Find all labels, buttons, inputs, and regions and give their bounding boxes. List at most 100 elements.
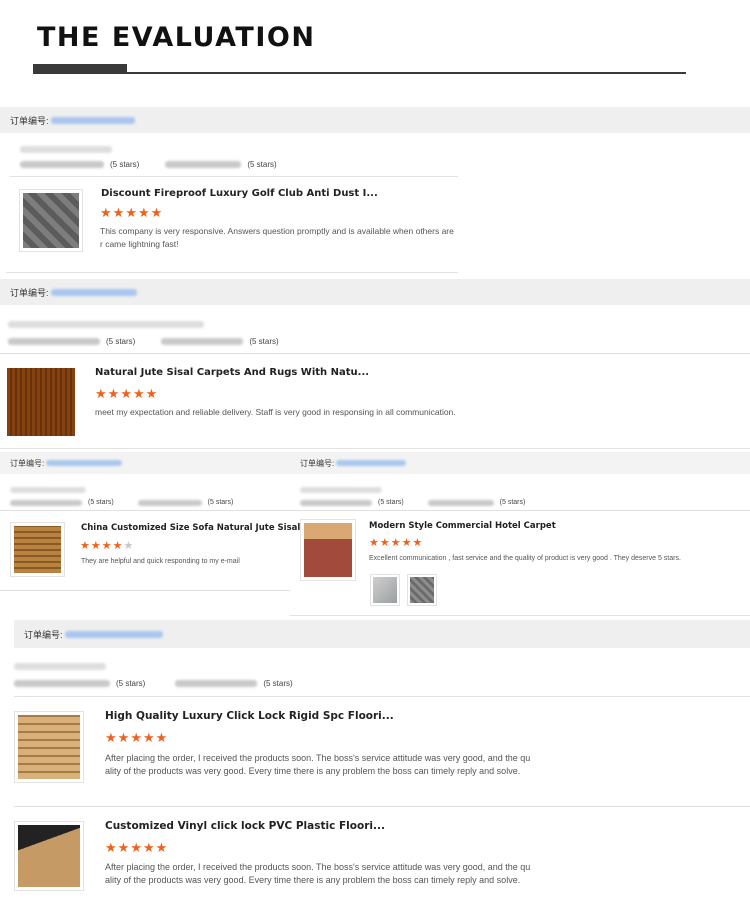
star-icon: ★ — [125, 205, 138, 220]
buyer-name — [8, 321, 204, 329]
review-photo[interactable] — [407, 574, 437, 606]
stars-count: (5 stars) — [207, 499, 234, 507]
order-number-link[interactable] — [46, 460, 123, 466]
star-icon: ★ — [101, 540, 113, 552]
divider — [0, 448, 750, 449]
divider — [6, 272, 458, 273]
divider — [0, 353, 750, 354]
order-number-bar: 订单编号: — [14, 620, 750, 648]
order-number-bar: 订单编号: — [0, 107, 750, 133]
rating-summary: (5 stars) (5 stars) — [14, 675, 303, 693]
stars-count: (5 stars) — [116, 679, 146, 689]
star-icon: ★ — [142, 730, 156, 745]
star-icon: ★ — [369, 537, 380, 549]
order-number-label: 订单编号: — [300, 458, 335, 468]
divider — [14, 806, 750, 807]
buyer-info — [14, 658, 106, 676]
star-icon: ★ — [401, 537, 413, 549]
stars-count: (5 stars) — [88, 499, 114, 507]
star-icon: ★ — [137, 205, 151, 220]
product-thumbnail[interactable] — [10, 522, 65, 577]
stars-count: (5 stars) — [249, 337, 279, 347]
star-icon: ★ — [390, 537, 402, 549]
star-icon: ★ — [120, 386, 133, 401]
order-number-label: 订单编号: — [10, 458, 45, 468]
star-icon: ★ — [130, 840, 143, 855]
divider — [290, 510, 750, 511]
star-icon: ★ — [112, 205, 126, 220]
buyer-name — [14, 663, 106, 671]
product-title[interactable]: Modern Style Commercial Hotel Carpet — [369, 521, 556, 531]
product-title[interactable]: Customized Vinyl click lock PVC Plastic … — [105, 820, 385, 832]
order-number-bar: 订单编号: — [0, 279, 750, 305]
product-thumbnail[interactable] — [14, 711, 84, 783]
star-icon: ★ — [123, 540, 135, 552]
title-underline — [127, 72, 686, 74]
product-thumbnail[interactable] — [19, 189, 83, 252]
product-title[interactable]: High Quality Luxury Click Lock Rigid Spc… — [105, 710, 394, 722]
star-rating: ★★★★★ — [105, 840, 168, 856]
product-thumbnail[interactable] — [7, 368, 75, 436]
divider — [14, 696, 750, 697]
star-icon: ★ — [107, 386, 121, 401]
star-icon: ★ — [90, 540, 102, 552]
star-icon: ★ — [142, 840, 156, 855]
buyer-name — [20, 146, 112, 154]
review-text: After placing the order, I received the … — [105, 862, 531, 885]
review-photo[interactable] — [370, 574, 400, 606]
star-rating: ★★★★★ — [80, 539, 134, 552]
star-icon: ★ — [117, 840, 131, 855]
product-title[interactable]: Natural Jute Sisal Carpets And Rugs With… — [95, 367, 369, 378]
star-icon: ★ — [379, 537, 391, 549]
star-icon: ★ — [130, 730, 143, 745]
review-text: meet my expectation and reliable deliver… — [95, 407, 456, 417]
product-title[interactable]: Discount Fireproof Luxury Golf Club Anti… — [101, 188, 378, 199]
divider — [10, 176, 458, 177]
product-thumbnail[interactable] — [14, 821, 84, 891]
review-text: This company is very responsive. Answers… — [100, 226, 454, 249]
star-icon: ★ — [155, 840, 169, 855]
stars-count: (5 stars) — [499, 499, 526, 507]
divider — [0, 510, 290, 511]
review-text: After placing the order, I received the … — [105, 753, 531, 776]
page-title: THE EVALUATION — [37, 22, 316, 53]
buyer-info — [8, 316, 204, 334]
title-underline-accent — [33, 64, 127, 74]
stars-count: (5 stars) — [106, 337, 136, 347]
order-number-label: 订单编号: — [10, 115, 49, 126]
rating-summary: (5 stars) (5 stars) — [20, 156, 287, 174]
buyer-name — [10, 486, 86, 493]
star-icon: ★ — [105, 730, 118, 745]
order-number-link[interactable] — [336, 460, 407, 466]
star-icon: ★ — [100, 205, 113, 220]
product-thumbnail[interactable] — [300, 519, 356, 581]
order-number-link[interactable] — [50, 288, 137, 296]
stars-count: (5 stars) — [110, 160, 140, 170]
stars-count: (5 stars) — [263, 679, 293, 689]
star-icon: ★ — [412, 537, 424, 549]
star-rating: ★★★★★ — [369, 536, 423, 549]
order-number-link[interactable] — [64, 630, 163, 638]
divider — [0, 590, 290, 591]
star-rating: ★★★★★ — [100, 205, 163, 221]
divider — [290, 615, 750, 616]
star-icon: ★ — [145, 386, 159, 401]
buyer-name — [300, 486, 382, 493]
star-icon: ★ — [80, 540, 91, 552]
star-icon: ★ — [150, 205, 164, 220]
star-icon: ★ — [105, 840, 118, 855]
review-text: Excellent communication , fast service a… — [369, 555, 681, 562]
order-number-bar: 订单编号: — [0, 452, 290, 474]
stars-count: (5 stars) — [247, 160, 277, 170]
star-rating: ★★★★★ — [105, 730, 168, 746]
star-icon: ★ — [112, 540, 124, 552]
star-icon: ★ — [132, 386, 146, 401]
star-icon: ★ — [117, 730, 131, 745]
order-number-label: 订单编号: — [10, 287, 49, 298]
stars-count: (5 stars) — [378, 499, 404, 507]
product-title[interactable]: China Customized Size Sofa Natural Jute … — [81, 523, 313, 533]
order-number-link[interactable] — [50, 116, 135, 124]
rating-summary: (5 stars) (5 stars) — [8, 333, 289, 351]
star-icon: ★ — [155, 730, 169, 745]
order-number-bar: 订单编号: — [290, 452, 750, 474]
